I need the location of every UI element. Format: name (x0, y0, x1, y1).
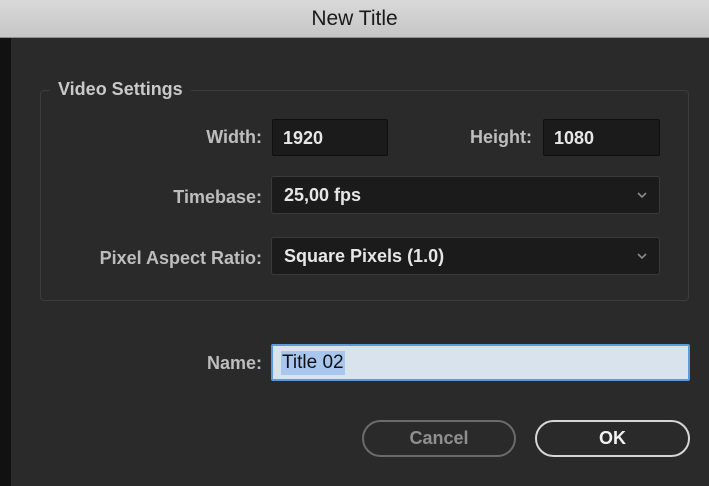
height-field[interactable]: 1080 (543, 119, 660, 156)
height-label: Height: (470, 127, 532, 147)
name-value: Title 02 (281, 351, 345, 375)
video-settings-legend: Video Settings (50, 77, 191, 101)
new-title-dialog: New Title Video Settings Width: 1920 Hei… (0, 0, 709, 486)
cancel-button[interactable]: Cancel (362, 420, 516, 457)
dialog-title: New Title (311, 7, 398, 30)
timebase-select[interactable]: 25,00 fps (271, 176, 660, 214)
pixel-aspect-ratio-label: Pixel Aspect Ratio: (99, 248, 262, 268)
name-input[interactable]: Title 02 (271, 344, 690, 381)
dialog-titlebar[interactable]: New Title (0, 0, 709, 38)
width-field[interactable]: 1920 (272, 119, 388, 156)
timebase-label: Timebase: (173, 187, 262, 207)
chevron-down-icon (637, 192, 647, 199)
timebase-value: 25,00 fps (284, 185, 362, 205)
window-edge (0, 38, 11, 486)
ok-button[interactable]: OK (535, 420, 690, 457)
pixel-aspect-ratio-value: Square Pixels (1.0) (284, 246, 445, 266)
width-label: Width: (206, 127, 262, 147)
pixel-aspect-ratio-select[interactable]: Square Pixels (1.0) (271, 237, 660, 275)
name-label: Name: (206, 353, 262, 373)
chevron-down-icon (637, 253, 647, 260)
